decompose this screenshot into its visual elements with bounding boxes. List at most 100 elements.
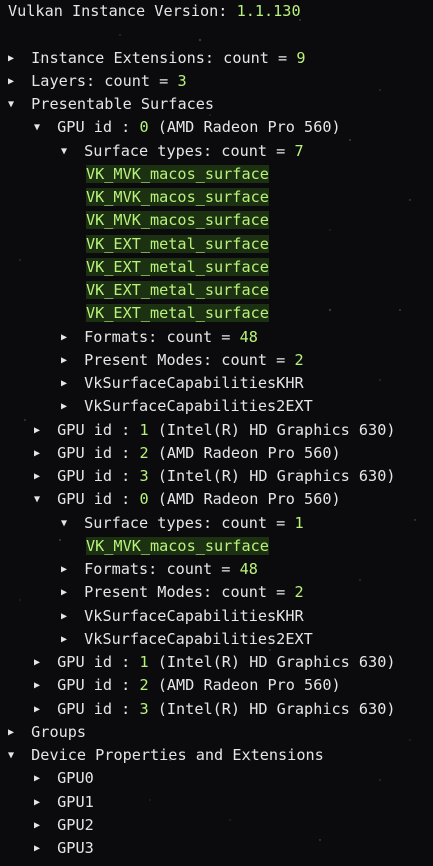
tree-node-present-modes[interactable]: ▶ Present Modes: count = 2 — [8, 349, 433, 372]
triangle-right-icon[interactable]: ▶ — [8, 721, 22, 744]
node-label: VkSurfaceCapabilities2EXT — [84, 397, 313, 416]
triangle-right-icon[interactable]: ▶ — [8, 70, 22, 93]
tree-node-surface-capabilities-khr[interactable]: ▶ VkSurfaceCapabilitiesKHR — [8, 605, 433, 628]
triangle-right-icon[interactable]: ▶ — [34, 442, 48, 465]
tree-node-present-modes[interactable]: ▶ Present Modes: count = 2 — [8, 581, 433, 604]
triangle-right-icon[interactable]: ▶ — [61, 558, 75, 581]
surface-type-item: VK_MVK_macos_surface — [8, 535, 433, 558]
triangle-right-icon[interactable]: ▶ — [8, 47, 22, 70]
surface-type-item: VK_EXT_metal_surface — [8, 302, 433, 325]
gpu-id: 3 — [139, 699, 149, 718]
surface-type-item: VK_MVK_macos_surface — [8, 209, 433, 232]
surface-type-value: VK_EXT_metal_surface — [86, 234, 269, 253]
triangle-down-icon[interactable]: ▼ — [61, 140, 75, 163]
tree-node-gpu[interactable]: ▶ GPU id : 1 (Intel(R) HD Graphics 630) — [8, 651, 433, 674]
triangle-right-icon[interactable]: ▶ — [61, 605, 75, 628]
triangle-down-icon[interactable]: ▼ — [8, 93, 22, 116]
triangle-down-icon[interactable]: ▼ — [34, 116, 48, 139]
gpu-id: 0 — [139, 490, 149, 509]
tree-node-gpu[interactable]: ▼ GPU id : 0 (AMD Radeon Pro 560) — [8, 488, 433, 511]
tree-node-device-gpu[interactable]: ▶ GPU1 — [8, 791, 433, 814]
node-count: 7 — [294, 141, 304, 160]
triangle-right-icon[interactable]: ▶ — [61, 326, 75, 349]
tree-node-device-gpu[interactable]: ▶ GPU0 — [8, 767, 433, 790]
triangle-right-icon[interactable]: ▶ — [61, 372, 75, 395]
triangle-right-icon[interactable]: ▶ — [34, 419, 48, 442]
node-label: Device Properties and Extensions — [31, 746, 324, 764]
tree-node-gpu[interactable]: ▼ GPU id : 0 (AMD Radeon Pro 560) — [8, 116, 433, 139]
gpu-name: (AMD Radeon Pro 560) — [148, 676, 341, 695]
triangle-right-icon[interactable]: ▶ — [61, 349, 75, 372]
surface-type-value: VK_EXT_metal_surface — [86, 281, 269, 299]
tree-node-surface-capabilities2-ext[interactable]: ▶ VkSurfaceCapabilities2EXT — [8, 628, 433, 651]
node-label: Surface types: count = — [84, 513, 295, 532]
node-label: GPU2 — [57, 815, 94, 834]
tree-node-device-properties[interactable]: ▼ Device Properties and Extensions — [8, 744, 433, 767]
node-count: 48 — [239, 560, 258, 578]
tree-node-instance-extensions[interactable]: ▶ Instance Extensions: count = 9 — [8, 47, 433, 70]
surface-type-value: VK_MVK_macos_surface — [86, 211, 269, 230]
gpu-prefix: GPU id : — [57, 653, 140, 671]
tree-node-surface-capabilities2-ext[interactable]: ▶ VkSurfaceCapabilities2EXT — [8, 395, 433, 418]
gpu-id: 1 — [139, 653, 149, 671]
tree-node-device-gpu[interactable]: ▶ GPU3 — [8, 837, 433, 860]
node-label: GPU1 — [57, 792, 94, 811]
triangle-right-icon[interactable]: ▶ — [34, 814, 48, 837]
node-label: Surface types: count = — [84, 141, 295, 160]
tree-node-device-gpu[interactable]: ▶ GPU2 — [8, 814, 433, 837]
node-count: 2 — [294, 583, 304, 602]
node-label: Present Modes: count = — [84, 350, 295, 369]
instance-version-label: Vulkan Instance Version: — [8, 2, 237, 20]
tree-node-groups[interactable]: ▶ Groups — [8, 721, 433, 744]
gpu-name: (Intel(R) HD Graphics 630) — [148, 420, 396, 439]
triangle-down-icon[interactable]: ▼ — [61, 512, 75, 535]
node-count: 48 — [239, 327, 258, 346]
triangle-right-icon[interactable]: ▶ — [61, 581, 75, 604]
tree-node-surface-types[interactable]: ▼ Surface types: count = 1 — [8, 512, 433, 535]
tree-node-formats[interactable]: ▶ Formats: count = 48 — [8, 326, 433, 349]
gpu-prefix: GPU id : — [57, 467, 140, 485]
surface-type-item: VK_MVK_macos_surface — [8, 186, 433, 209]
node-label: Instance Extensions: count = — [31, 48, 297, 67]
gpu-prefix: GPU id : — [57, 443, 140, 462]
triangle-right-icon[interactable]: ▶ — [61, 395, 75, 418]
gpu-name: (Intel(R) HD Graphics 630) — [148, 653, 396, 671]
triangle-right-icon[interactable]: ▶ — [34, 465, 48, 488]
node-label: GPU3 — [57, 839, 94, 857]
tree-node-surface-capabilities-khr[interactable]: ▶ VkSurfaceCapabilitiesKHR — [8, 372, 433, 395]
node-label: VkSurfaceCapabilitiesKHR — [84, 606, 304, 625]
tree-node-surface-types[interactable]: ▼ Surface types: count = 7 — [8, 140, 433, 163]
triangle-right-icon[interactable]: ▶ — [61, 628, 75, 651]
tree-node-gpu[interactable]: ▶ GPU id : 1 (Intel(R) HD Graphics 630) — [8, 419, 433, 442]
tree-node-layers[interactable]: ▶ Layers: count = 3 — [8, 70, 433, 93]
node-count: 1 — [294, 513, 304, 532]
gpu-id: 1 — [139, 420, 149, 439]
node-label: GPU0 — [57, 769, 94, 788]
triangle-right-icon[interactable]: ▶ — [34, 767, 48, 790]
surface-type-item: VK_EXT_metal_surface — [8, 233, 433, 256]
triangle-right-icon[interactable]: ▶ — [34, 651, 48, 674]
tree-node-gpu[interactable]: ▶ GPU id : 3 (Intel(R) HD Graphics 630) — [8, 465, 433, 488]
tree-node-presentable-surfaces[interactable]: ▼ Presentable Surfaces — [8, 93, 433, 116]
tree-node-formats[interactable]: ▶ Formats: count = 48 — [8, 558, 433, 581]
gpu-prefix: GPU id : — [57, 490, 140, 509]
tree-node-gpu[interactable]: ▶ GPU id : 2 (AMD Radeon Pro 560) — [8, 674, 433, 697]
node-label: VkSurfaceCapabilitiesKHR — [84, 374, 304, 392]
tree-node-gpu[interactable]: ▶ GPU id : 2 (AMD Radeon Pro 560) — [8, 442, 433, 465]
triangle-right-icon[interactable]: ▶ — [34, 698, 48, 721]
node-label: Formats: count = — [84, 560, 240, 578]
triangle-right-icon[interactable]: ▶ — [34, 791, 48, 814]
triangle-right-icon[interactable]: ▶ — [34, 674, 48, 697]
node-label: Layers: count = — [31, 71, 178, 90]
surface-type-value: VK_MVK_macos_surface — [86, 164, 269, 183]
triangle-right-icon[interactable]: ▶ — [34, 837, 48, 860]
triangle-down-icon[interactable]: ▼ — [8, 744, 22, 767]
triangle-down-icon[interactable]: ▼ — [34, 488, 48, 511]
tree-node-gpu[interactable]: ▶ GPU id : 3 (Intel(R) HD Graphics 630) — [8, 698, 433, 721]
surface-type-item: VK_EXT_metal_surface — [8, 279, 433, 302]
gpu-prefix: GPU id : — [57, 676, 140, 695]
node-label: Formats: count = — [84, 327, 240, 346]
gpu-name: (Intel(R) HD Graphics 630) — [148, 699, 396, 718]
gpu-name: (AMD Radeon Pro 560) — [148, 443, 341, 462]
